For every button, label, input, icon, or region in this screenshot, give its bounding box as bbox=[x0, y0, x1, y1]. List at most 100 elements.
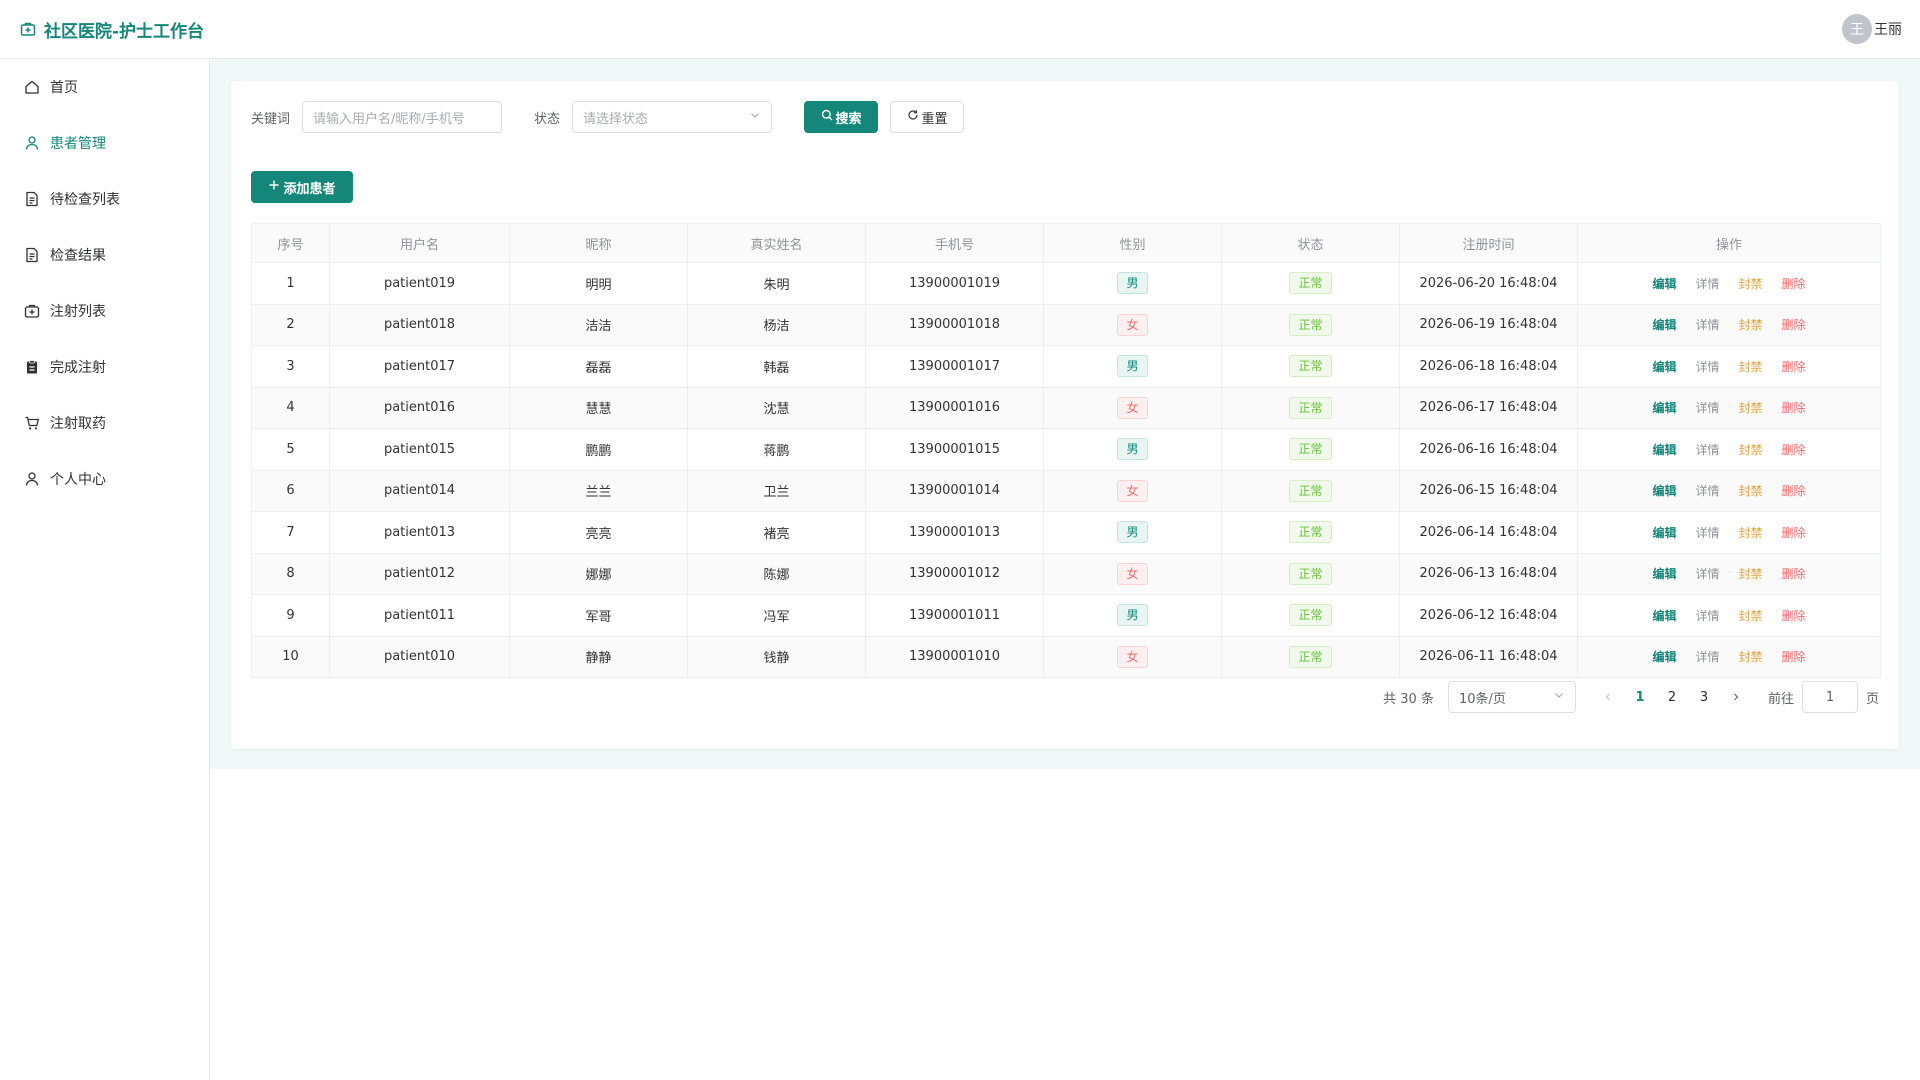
next-page-button[interactable] bbox=[1720, 692, 1752, 702]
column-header[interactable]: 昵称 bbox=[509, 223, 688, 263]
delete-link[interactable]: 删除 bbox=[1782, 524, 1806, 541]
search-button[interactable]: 搜索 bbox=[804, 101, 879, 133]
cell-status: 正常 bbox=[1221, 594, 1400, 637]
page-number-1[interactable]: 1 bbox=[1624, 690, 1656, 705]
delete-link[interactable]: 删除 bbox=[1782, 565, 1806, 582]
search-form: 关键词 请输入用户名/昵称/手机号 状态 请选择状态 搜索 重置 bbox=[251, 101, 965, 133]
keyword-input[interactable]: 请输入用户名/昵称/手机号 bbox=[302, 101, 503, 133]
column-header[interactable]: 手机号 bbox=[865, 223, 1044, 263]
cell-gender: 女 bbox=[1043, 303, 1222, 346]
sidebar-item-completed-injections[interactable]: 完成注射 bbox=[0, 339, 209, 395]
cell-actions: 编辑 详情 封禁 删除 bbox=[1577, 303, 1881, 346]
ban-link[interactable]: 封禁 bbox=[1739, 399, 1763, 416]
cell-status: 正常 bbox=[1221, 303, 1400, 346]
cell-registered: 2026-06-15 16:48:04 bbox=[1399, 469, 1578, 512]
detail-link[interactable]: 详情 bbox=[1695, 607, 1719, 624]
ban-link[interactable]: 封禁 bbox=[1739, 607, 1763, 624]
edit-link[interactable]: 编辑 bbox=[1652, 565, 1676, 582]
delete-link[interactable]: 删除 bbox=[1782, 358, 1806, 375]
detail-link[interactable]: 详情 bbox=[1695, 441, 1719, 458]
sidebar-item-exam-results[interactable]: 检查结果 bbox=[0, 227, 209, 283]
sidebar-item-injection-pickup[interactable]: 注射取药 bbox=[0, 395, 209, 451]
sidebar-item-label: 检查结果 bbox=[50, 248, 106, 264]
delete-link[interactable]: 删除 bbox=[1782, 607, 1806, 624]
ban-link[interactable]: 封禁 bbox=[1739, 482, 1763, 499]
detail-link[interactable]: 详情 bbox=[1695, 648, 1719, 665]
column-header[interactable]: 性别 bbox=[1043, 223, 1222, 263]
cart-icon bbox=[24, 415, 40, 431]
delete-link[interactable]: 删除 bbox=[1782, 482, 1806, 499]
edit-link[interactable]: 编辑 bbox=[1652, 399, 1676, 416]
add-patient-button[interactable]: 添加患者 bbox=[251, 171, 353, 203]
status-select[interactable]: 请选择状态 bbox=[572, 101, 773, 133]
sidebar-item-profile[interactable]: 个人中心 bbox=[0, 451, 209, 507]
user-name[interactable]: 王丽 bbox=[1874, 19, 1902, 39]
cell-realname: 朱明 bbox=[687, 262, 866, 305]
column-header[interactable]: 注册时间 bbox=[1399, 223, 1578, 263]
edit-link[interactable]: 编辑 bbox=[1652, 607, 1676, 624]
detail-link[interactable]: 详情 bbox=[1695, 358, 1719, 375]
cell-realname: 褚亮 bbox=[687, 511, 866, 554]
page-size-select[interactable]: 10条/页 bbox=[1447, 681, 1576, 713]
sidebar-item-pending-exams[interactable]: 待检查列表 bbox=[0, 171, 209, 227]
avatar[interactable]: 王 bbox=[1842, 14, 1872, 44]
cell-gender: 女 bbox=[1043, 386, 1222, 429]
sidebar-item-injection-list[interactable]: 注射列表 bbox=[0, 283, 209, 339]
edit-link[interactable]: 编辑 bbox=[1652, 482, 1676, 499]
sidebar-item-home[interactable]: 首页 bbox=[0, 59, 209, 115]
goto-page-input[interactable]: 1 bbox=[1801, 681, 1858, 713]
detail-link[interactable]: 详情 bbox=[1695, 482, 1719, 499]
sidebar-item-patients[interactable]: 患者管理 bbox=[0, 115, 209, 171]
cell-phone: 13900001010 bbox=[865, 635, 1044, 678]
cell-nickname: 亮亮 bbox=[509, 511, 688, 554]
edit-link[interactable]: 编辑 bbox=[1652, 524, 1676, 541]
edit-link[interactable]: 编辑 bbox=[1652, 316, 1676, 333]
cell-status: 正常 bbox=[1221, 428, 1400, 471]
delete-link[interactable]: 删除 bbox=[1782, 399, 1806, 416]
column-header[interactable]: 状态 bbox=[1221, 223, 1400, 263]
prev-page-button[interactable] bbox=[1592, 692, 1624, 702]
ban-link[interactable]: 封禁 bbox=[1739, 275, 1763, 292]
cell-username: patient018 bbox=[329, 303, 510, 346]
delete-link[interactable]: 删除 bbox=[1782, 316, 1806, 333]
edit-link[interactable]: 编辑 bbox=[1652, 648, 1676, 665]
sidebar-item-label: 患者管理 bbox=[50, 136, 106, 152]
delete-link[interactable]: 删除 bbox=[1782, 648, 1806, 665]
column-header[interactable]: 用户名 bbox=[329, 223, 510, 263]
page-number-2[interactable]: 2 bbox=[1656, 690, 1688, 705]
table-row: 8 patient012 娜娜 陈娜 13900001012 女 正常 2026-06-13 … bbox=[251, 552, 1881, 595]
cell-username: patient017 bbox=[329, 345, 510, 388]
ban-link[interactable]: 封禁 bbox=[1739, 524, 1763, 541]
ban-link[interactable]: 封禁 bbox=[1739, 316, 1763, 333]
detail-link[interactable]: 详情 bbox=[1695, 316, 1719, 333]
cell-registered: 2026-06-19 16:48:04 bbox=[1399, 303, 1578, 346]
gender-tag: 男 bbox=[1117, 438, 1148, 461]
ban-link[interactable]: 封禁 bbox=[1739, 441, 1763, 458]
status-badge: 正常 bbox=[1289, 272, 1332, 295]
delete-link[interactable]: 删除 bbox=[1782, 441, 1806, 458]
delete-link[interactable]: 删除 bbox=[1782, 275, 1806, 292]
edit-link[interactable]: 编辑 bbox=[1652, 275, 1676, 292]
app-brand[interactable]: 社区医院-护士工作台 bbox=[20, 17, 204, 42]
detail-link[interactable]: 详情 bbox=[1695, 399, 1719, 416]
edit-link[interactable]: 编辑 bbox=[1652, 441, 1676, 458]
document-icon bbox=[24, 191, 40, 207]
ban-link[interactable]: 封禁 bbox=[1739, 565, 1763, 582]
cell-phone: 13900001019 bbox=[865, 262, 1044, 305]
user-menu[interactable]: 王 王丽 bbox=[1842, 14, 1902, 44]
ban-link[interactable]: 封禁 bbox=[1739, 648, 1763, 665]
reset-button[interactable]: 重置 bbox=[890, 101, 965, 133]
cell-realname: 陈娜 bbox=[687, 552, 866, 595]
cell-nickname: 洁洁 bbox=[509, 303, 688, 346]
detail-link[interactable]: 详情 bbox=[1695, 275, 1719, 292]
edit-link[interactable]: 编辑 bbox=[1652, 358, 1676, 375]
detail-link[interactable]: 详情 bbox=[1695, 524, 1719, 541]
sidebar-item-label: 待检查列表 bbox=[50, 192, 120, 208]
cell-username: patient010 bbox=[329, 635, 510, 678]
column-header[interactable]: 真实姓名 bbox=[687, 223, 866, 263]
detail-link[interactable]: 详情 bbox=[1695, 565, 1719, 582]
ban-link[interactable]: 封禁 bbox=[1739, 358, 1763, 375]
gender-tag: 女 bbox=[1117, 562, 1148, 585]
column-header[interactable]: 序号 bbox=[251, 223, 330, 263]
page-number-3[interactable]: 3 bbox=[1688, 690, 1720, 705]
